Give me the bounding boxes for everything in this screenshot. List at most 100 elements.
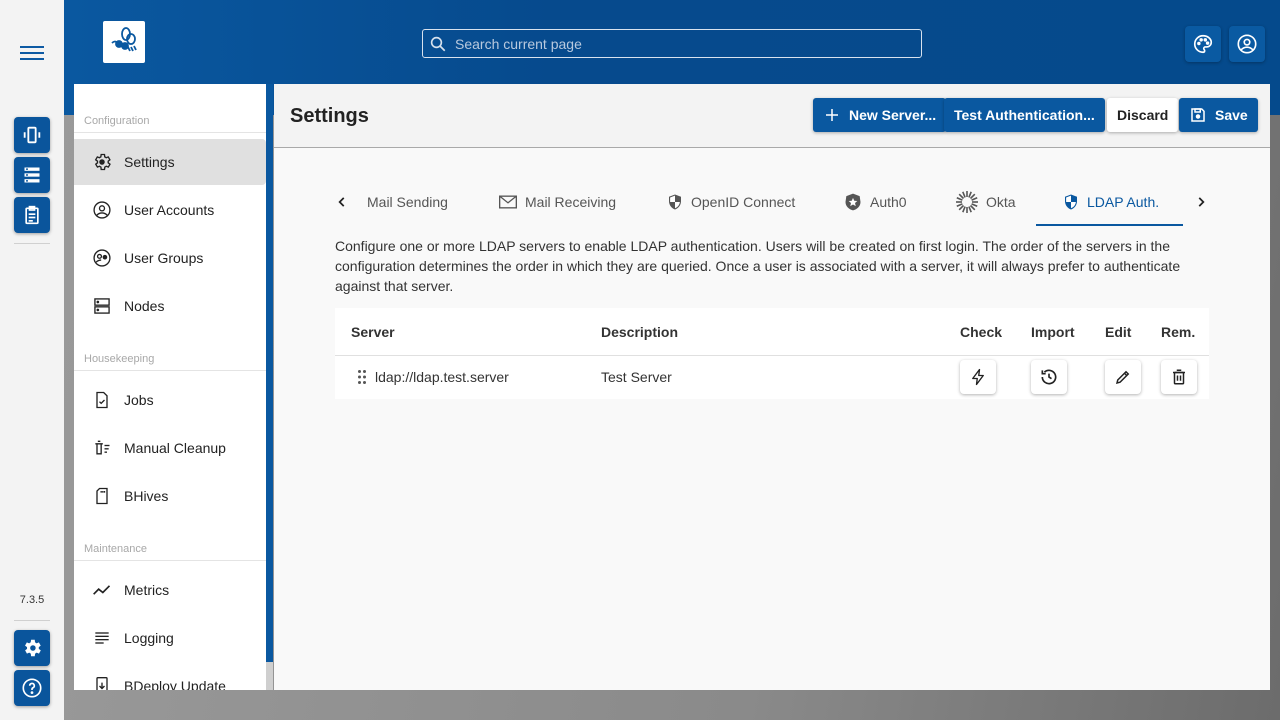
search-field[interactable] <box>422 29 922 58</box>
table-header: Server Description Check Import Edit Rem… <box>335 308 1209 356</box>
sidebar-item-jobs[interactable]: Jobs <box>74 377 266 423</box>
tab-openid-connect[interactable]: OpenID Connect <box>666 180 795 224</box>
page-title: Settings <box>290 105 369 127</box>
okta-icon <box>955 190 979 214</box>
group-icon <box>92 248 112 268</box>
tabs-scroll-right[interactable] <box>1189 190 1213 214</box>
settings-sidebar: Configuration Settings User Accounts Use… <box>74 84 266 690</box>
sidebar-item-manual-cleanup[interactable]: Manual Cleanup <box>74 425 266 471</box>
tab-okta[interactable]: Okta <box>955 180 1016 224</box>
save-label: Save <box>1215 107 1248 123</box>
tab-label: Mail Receiving <box>525 194 617 210</box>
sidebar-item-logging[interactable]: Logging <box>74 615 266 661</box>
server-description-cell: Test Server <box>601 369 672 385</box>
tab-mail-sending[interactable]: Mail Sending <box>367 180 448 224</box>
edit-server-button[interactable] <box>1105 360 1141 394</box>
column-header-server[interactable]: Server <box>351 324 395 340</box>
column-header-description[interactable]: Description <box>601 324 678 340</box>
drag-handle-icon[interactable] <box>357 369 367 390</box>
sidebar-scrollbar[interactable] <box>266 84 273 690</box>
page-toolbar: Settings New Server... Test Authenticati… <box>274 84 1270 148</box>
sidebar-scrollbar-thumb[interactable] <box>266 84 273 662</box>
discard-label: Discard <box>1117 107 1169 123</box>
sidebar-item-bdeploy-update[interactable]: BDeploy Update <box>74 663 266 690</box>
tab-auth0[interactable]: Auth0 <box>843 180 907 224</box>
hamburger-icon-line <box>20 58 44 60</box>
sidebar-item-label: Nodes <box>124 298 165 314</box>
bee-logo-icon <box>111 27 137 52</box>
save-button[interactable]: Save <box>1179 98 1258 132</box>
section-title-configuration: Configuration <box>84 115 150 127</box>
test-authentication-button[interactable]: Test Authentication... <box>944 98 1105 132</box>
theme-button[interactable] <box>1185 26 1221 62</box>
sidebar-item-settings[interactable]: Settings <box>74 139 266 185</box>
account-button[interactable] <box>1229 26 1265 62</box>
sidebar-item-user-groups[interactable]: User Groups <box>74 235 266 281</box>
rail-help-button[interactable] <box>14 670 50 706</box>
discard-button[interactable]: Discard <box>1107 98 1179 132</box>
column-header-edit: Edit <box>1105 324 1132 340</box>
history-icon <box>1041 369 1057 385</box>
check-server-button[interactable] <box>960 360 996 394</box>
column-header-remove: Rem. <box>1161 324 1196 340</box>
trash-icon <box>1173 369 1185 385</box>
sidebar-item-label: User Accounts <box>124 202 215 218</box>
tab-label: Auth0 <box>870 194 907 210</box>
tab-ldap-auth[interactable]: LDAP Auth. <box>1062 180 1159 224</box>
rail-divider <box>14 243 50 244</box>
main-menu-button[interactable] <box>18 42 46 66</box>
sidebar-item-label: Manual Cleanup <box>124 440 226 456</box>
storage-list-icon <box>24 167 40 183</box>
sidebar-item-label: BHives <box>124 488 169 504</box>
bdeploy-logo[interactable] <box>103 21 145 63</box>
task-file-icon <box>92 390 112 410</box>
hamburger-icon-line <box>20 52 44 54</box>
system-update-icon <box>92 676 112 690</box>
gear-icon <box>92 152 112 172</box>
sidebar-item-bhives[interactable]: BHives <box>74 473 266 519</box>
sidebar-item-label: Logging <box>124 630 174 646</box>
sidebar-item-metrics[interactable]: Metrics <box>74 567 266 613</box>
search-input[interactable] <box>455 35 915 52</box>
app-version: 7.3.5 <box>19 594 45 606</box>
sidebar-item-nodes[interactable]: Nodes <box>74 283 266 329</box>
shield-icon <box>1062 192 1080 212</box>
auth0-icon <box>843 192 863 212</box>
tabs-scroll-left[interactable] <box>330 190 354 214</box>
settings-main-panel: Settings New Server... Test Authenticati… <box>274 84 1270 690</box>
remove-server-button[interactable] <box>1161 360 1197 394</box>
rail-admin-settings-button[interactable] <box>14 630 50 666</box>
account-circle-icon <box>1237 34 1257 54</box>
tab-mail-receiving[interactable]: Mail Receiving <box>498 180 616 224</box>
trending-icon <box>92 580 112 600</box>
save-icon <box>1189 106 1207 124</box>
new-server-button[interactable]: New Server... <box>813 98 947 132</box>
import-users-button[interactable] <box>1031 360 1067 394</box>
hamburger-icon <box>20 46 44 48</box>
active-tab-indicator <box>1036 224 1183 226</box>
tab-label: Okta <box>986 194 1016 210</box>
sidebar-item-user-accounts[interactable]: User Accounts <box>74 187 266 233</box>
tab-label: Mail Sending <box>367 194 448 210</box>
table-row[interactable]: ldap://ldap.test.server Test Server <box>335 356 1209 399</box>
vibration-icon <box>23 126 41 144</box>
dns-icon <box>92 296 112 316</box>
shield-icon <box>666 192 684 212</box>
delete-sweep-icon <box>92 438 112 458</box>
rail-reports-button[interactable] <box>14 197 50 233</box>
test-authentication-label: Test Authentication... <box>954 107 1095 123</box>
column-header-check: Check <box>960 324 1003 340</box>
tab-label: OpenID Connect <box>691 194 796 210</box>
search-icon <box>430 36 446 51</box>
account-circle-icon <box>92 200 112 220</box>
notes-icon <box>92 628 112 648</box>
gear-icon <box>25 639 41 657</box>
chevron-right-icon <box>1198 197 1205 207</box>
rail-instances-button[interactable] <box>14 117 50 153</box>
section-divider <box>74 370 266 371</box>
chevron-left-icon <box>338 197 345 207</box>
section-divider <box>74 132 266 133</box>
rail-divider <box>14 620 50 621</box>
rail-servers-button[interactable] <box>14 157 50 193</box>
sd-card-icon <box>92 486 112 506</box>
